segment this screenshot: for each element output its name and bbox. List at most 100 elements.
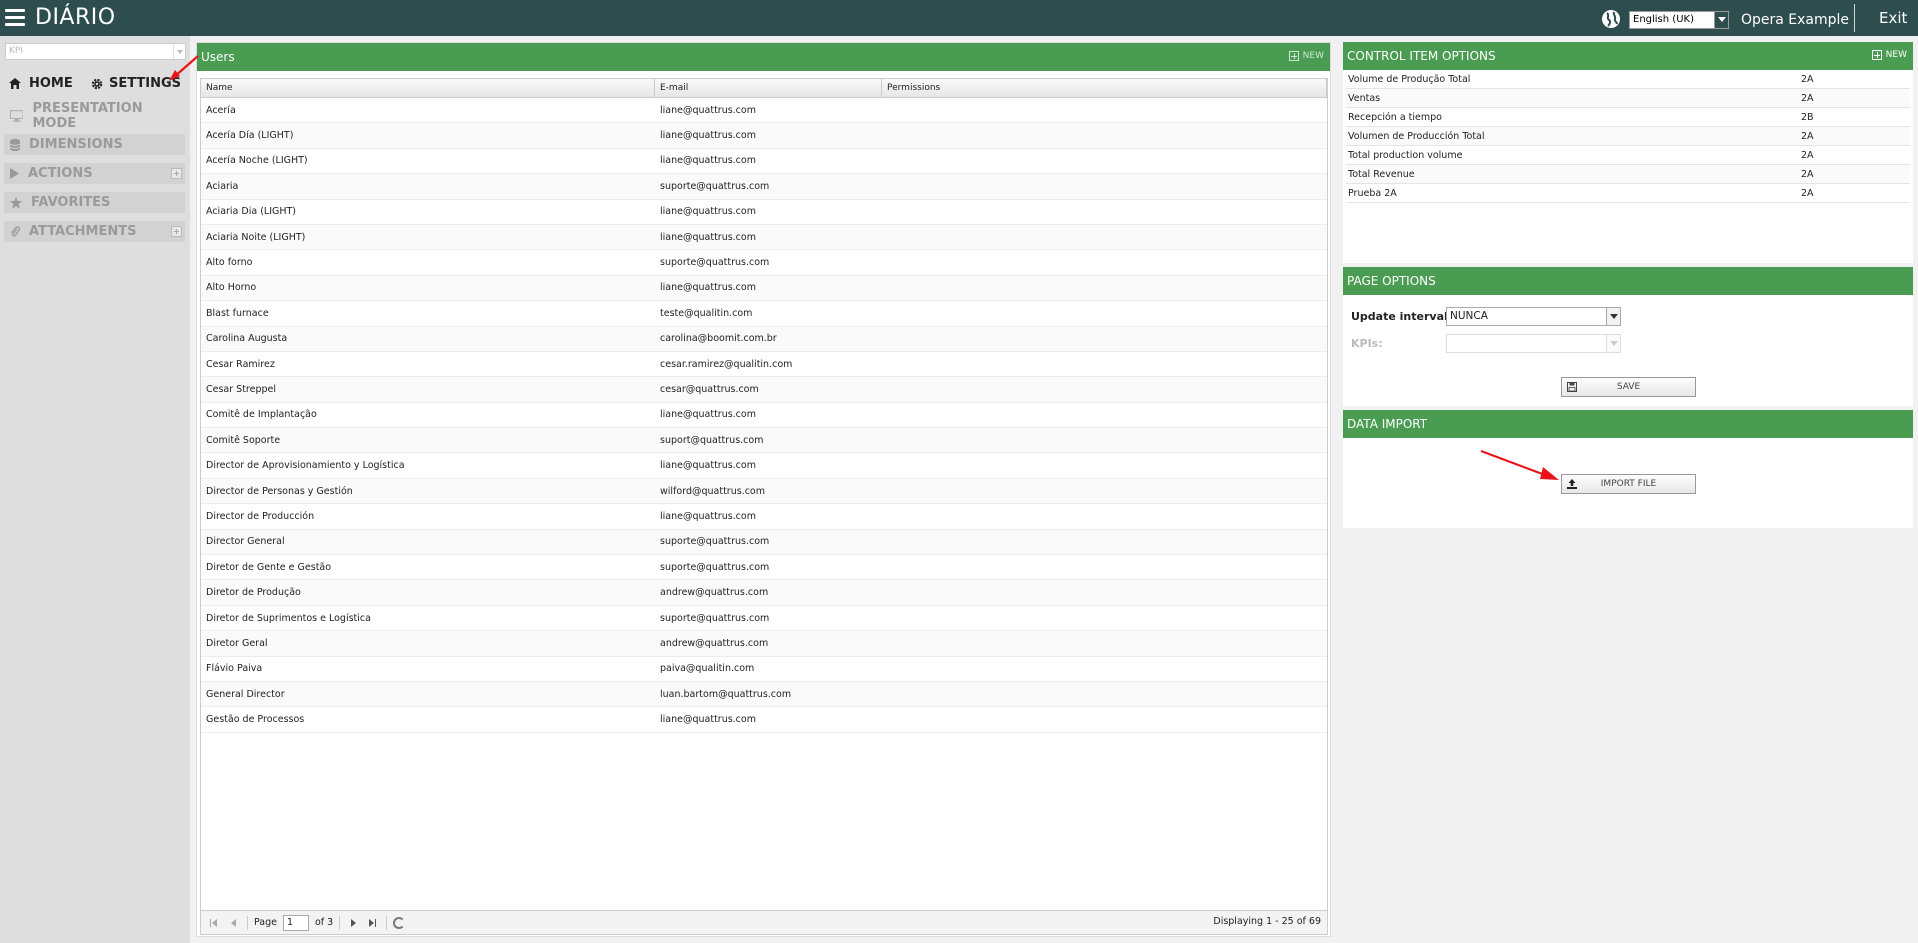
user-email-cell: luan.bartom@quattrus.com bbox=[660, 688, 792, 700]
page-count-label: of 3 bbox=[315, 917, 334, 928]
user-name-cell: Acería Día (LIGHT) bbox=[206, 130, 294, 142]
add-attachment-button[interactable] bbox=[171, 226, 182, 237]
table-row[interactable]: Aciaria Noite (LIGHT) liane@quattrus.com bbox=[201, 224, 1327, 251]
paperclip-icon bbox=[10, 225, 20, 237]
page-number-input[interactable]: 1 bbox=[283, 914, 309, 931]
control-item-name: Recepción a tiempo bbox=[1348, 111, 1442, 123]
list-item[interactable]: Total production volume 2A bbox=[1346, 146, 1910, 165]
settings-link[interactable]: SETTINGS bbox=[91, 76, 181, 91]
user-name-cell: Comitê Soporte bbox=[206, 434, 281, 446]
table-row[interactable]: Director de Aprovisionamiento y Logístic… bbox=[201, 453, 1327, 479]
list-item[interactable]: Ventas 2A bbox=[1346, 89, 1910, 108]
table-row[interactable]: Cesar Streppel cesar@quattrus.com bbox=[201, 377, 1327, 403]
update-interval-label: Update interval: bbox=[1351, 310, 1453, 323]
list-item[interactable]: Prueba 2A 2A bbox=[1346, 184, 1910, 203]
exit-button[interactable]: Exit bbox=[1879, 9, 1907, 27]
user-name-cell: Director de Personas y Gestión bbox=[206, 485, 353, 497]
control-item-name: Prueba 2A bbox=[1348, 187, 1397, 199]
home-link[interactable]: HOME bbox=[9, 76, 73, 91]
new-control-item-button[interactable]: NEW bbox=[1871, 50, 1907, 60]
column-header-permissions[interactable]: Permissions bbox=[882, 79, 1327, 97]
user-email-cell: liane@quattrus.com bbox=[660, 282, 756, 294]
table-row[interactable]: Diretor de Gente e Gestão suporte@quattru… bbox=[201, 555, 1327, 581]
page-label: Page bbox=[254, 917, 277, 928]
table-row[interactable]: Acería liane@quattrus.com bbox=[201, 98, 1327, 124]
table-row[interactable]: Alto Horno liane@quattrus.com bbox=[201, 275, 1327, 302]
column-header-name[interactable]: Name bbox=[201, 79, 655, 97]
control-item-options-title: CONTROL ITEM OPTIONS bbox=[1347, 49, 1496, 63]
control-item-code: 2A bbox=[1801, 168, 1814, 180]
language-value: English (UK) bbox=[1633, 14, 1694, 25]
table-row[interactable]: Alto forno suporte@quattrus.com bbox=[201, 250, 1327, 276]
table-row[interactable]: Cesar Ramirez cesar.ramirez@qualitin.com bbox=[201, 352, 1327, 378]
add-action-button[interactable] bbox=[171, 168, 182, 179]
attachments-item[interactable]: ATTACHMENTS bbox=[4, 221, 185, 242]
list-item[interactable]: Total Revenue 2A bbox=[1346, 165, 1910, 184]
table-row[interactable]: Acería Día (LIGHT) liane@quattrus.com bbox=[201, 123, 1327, 149]
table-row[interactable]: Comitê de Implantação liane@quattrus.com bbox=[201, 403, 1327, 429]
hamburger-menu-icon[interactable] bbox=[5, 9, 25, 26]
kpis-select[interactable] bbox=[1446, 334, 1621, 353]
list-item[interactable]: Recepción a tiempo 2B bbox=[1346, 108, 1910, 127]
user-email-cell: cesar.ramirez@qualitin.com bbox=[660, 358, 793, 370]
user-email-cell: liane@quattrus.com bbox=[660, 231, 756, 243]
actions-item[interactable]: ACTIONS bbox=[4, 163, 185, 184]
save-button[interactable]: SAVE bbox=[1561, 377, 1696, 397]
user-name: Opera Example bbox=[1741, 12, 1850, 28]
table-row[interactable]: Aciaria suporte@quattrus.com bbox=[201, 174, 1327, 200]
table-row[interactable]: General Director luan.bartom@quattrus.com bbox=[201, 681, 1327, 708]
database-icon bbox=[10, 138, 20, 151]
save-label: SAVE bbox=[1616, 382, 1641, 392]
refresh-icon[interactable] bbox=[393, 916, 406, 929]
last-page-icon[interactable] bbox=[366, 916, 380, 930]
user-name-cell: Director de Producción bbox=[206, 510, 315, 522]
table-row[interactable]: Diretor Geral andrew@quattrus.com bbox=[201, 631, 1327, 657]
user-email-cell: suporte@quattrus.com bbox=[660, 180, 770, 192]
table-row[interactable]: Gestão de Processos liane@quattrus.com bbox=[201, 707, 1327, 733]
table-row[interactable]: Director General suporte@quattrus.com bbox=[201, 529, 1327, 556]
page-options-header: PAGE OPTIONS bbox=[1343, 267, 1913, 295]
table-row[interactable]: Aciaria Dia (LIGHT) liane@quattrus.com bbox=[201, 200, 1327, 225]
user-name-cell: Acería bbox=[206, 104, 236, 116]
app-title: DIÁRIO bbox=[35, 5, 116, 30]
table-row[interactable]: Diretor de Produção andrew@quattrus.com bbox=[201, 580, 1327, 606]
new-user-button[interactable]: NEW bbox=[1288, 51, 1324, 61]
user-email-cell: teste@qualitin.com bbox=[660, 307, 753, 319]
user-email-cell: liane@quattrus.com bbox=[660, 714, 756, 726]
import-file-button[interactable]: IMPORT FILE bbox=[1561, 474, 1696, 494]
user-name-cell: Comitê de Implantação bbox=[206, 409, 317, 421]
chevron-down-icon bbox=[1714, 12, 1728, 28]
control-item-options-header: CONTROL ITEM OPTIONS NEW bbox=[1343, 42, 1913, 70]
next-page-icon[interactable] bbox=[346, 916, 360, 930]
update-interval-value: NUNCA bbox=[1450, 310, 1488, 322]
user-name-cell: Diretor de Suprimentos e Logística bbox=[206, 612, 371, 624]
update-interval-select[interactable]: NUNCA bbox=[1446, 307, 1621, 326]
table-row[interactable]: Director de Personas y Gestión wilford@qu… bbox=[201, 478, 1327, 505]
favorites-label: FAVORITES bbox=[31, 195, 111, 210]
new-control-item-label: NEW bbox=[1885, 50, 1907, 60]
first-page-icon[interactable] bbox=[207, 916, 221, 930]
control-item-code: 2A bbox=[1801, 73, 1814, 85]
language-select[interactable]: English (UK) bbox=[1629, 11, 1729, 29]
favorites-item[interactable]: FAVORITES bbox=[4, 192, 185, 213]
table-row[interactable]: Diretor de Suprimentos e Logística suport… bbox=[201, 606, 1327, 632]
table-row[interactable]: Comitê Soporte suport@quattrus.com bbox=[201, 428, 1327, 454]
page-options-title: PAGE OPTIONS bbox=[1347, 274, 1436, 288]
list-item[interactable]: Volumen de Producción Total 2A bbox=[1346, 127, 1910, 146]
pager-separator bbox=[386, 915, 388, 930]
list-item[interactable]: Volume de Produção Total 2A bbox=[1346, 70, 1910, 89]
presentation-mode-item[interactable]: PRESENTATION MODE bbox=[4, 101, 185, 131]
actions-label: ACTIONS bbox=[28, 166, 93, 181]
data-import-panel: DATA IMPORT IMPORT FILE bbox=[1343, 410, 1913, 528]
column-header-email[interactable]: E-mail bbox=[655, 79, 882, 97]
previous-page-icon[interactable] bbox=[227, 916, 241, 930]
table-row[interactable]: Director de Producción liane@quattrus.com bbox=[201, 504, 1327, 530]
plus-square-icon bbox=[1288, 51, 1299, 61]
table-row[interactable]: Flávio Paiva paiva@qualitin.com bbox=[201, 657, 1327, 682]
users-panel: Users NEW Name E-mail Permissions Acería… bbox=[196, 42, 1331, 937]
dimensions-item[interactable]: DIMENSIONS bbox=[4, 134, 185, 155]
table-row[interactable]: Blast furnace teste@qualitin.com bbox=[201, 301, 1327, 327]
table-row[interactable]: Carolina Augusta carolina@boomit.com.br bbox=[201, 326, 1327, 352]
table-row[interactable]: Acería Noche (LIGHT) liane@quattrus.com bbox=[201, 149, 1327, 175]
kpi-select[interactable]: KPI bbox=[5, 43, 186, 60]
